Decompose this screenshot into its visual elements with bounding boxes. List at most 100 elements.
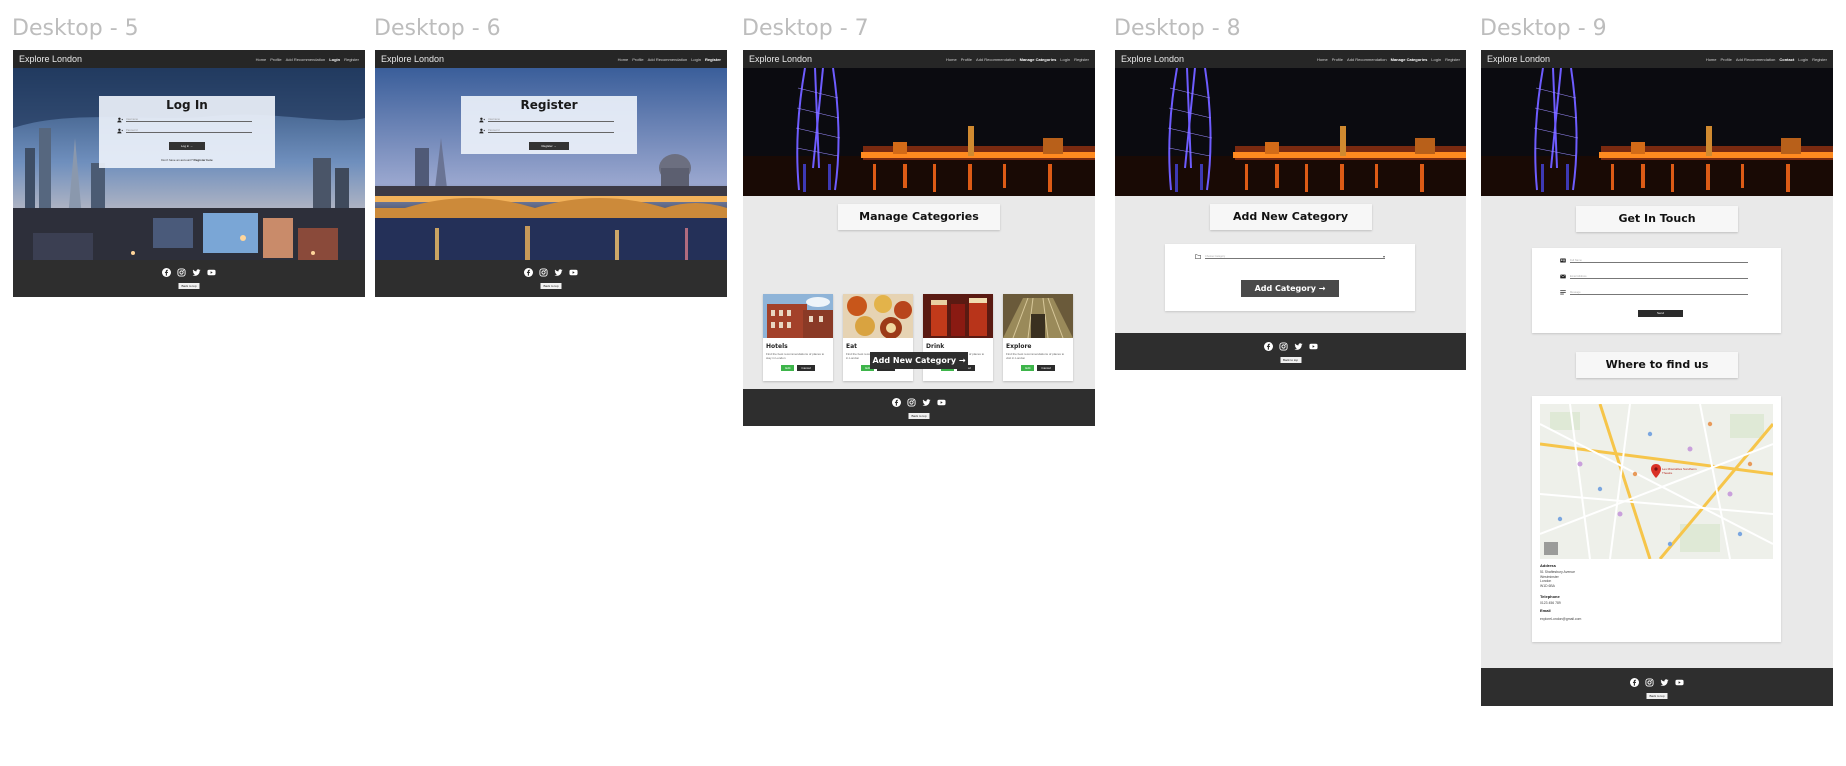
facebook-icon[interactable]	[1630, 678, 1639, 687]
brand-logo[interactable]: Explore London	[1121, 54, 1184, 64]
add-new-category-button[interactable]: Add New Category →	[870, 352, 968, 369]
category-select-placeholder: Choose Category	[1205, 254, 1226, 258]
desktop-5-frame: Explore London Home Profile Add Recommen…	[13, 50, 365, 297]
navbar: Explore London Home Profile Add Recommen…	[375, 50, 727, 68]
nav-register[interactable]: Register	[1445, 57, 1460, 62]
instagram-icon[interactable]	[1279, 342, 1288, 351]
twitter-icon[interactable]	[922, 398, 931, 407]
nav-register[interactable]: Register	[1812, 57, 1827, 62]
nav-login[interactable]: Login	[1798, 57, 1808, 62]
nav-add-recommendation[interactable]: Add Recommendation	[976, 57, 1016, 62]
nav-profile[interactable]: Profile	[632, 57, 643, 62]
desktop-9-frame: Explore London Home Profile Add Recommen…	[1481, 50, 1833, 706]
facebook-icon[interactable]	[1264, 342, 1273, 351]
nav-home[interactable]: Home	[1317, 57, 1328, 62]
back-to-top-button[interactable]: Back to top	[178, 283, 200, 289]
nav-home[interactable]: Home	[1706, 57, 1717, 62]
youtube-icon[interactable]	[1675, 678, 1684, 687]
instagram-icon[interactable]	[539, 268, 548, 277]
instagram-icon[interactable]	[907, 398, 916, 407]
nav-profile[interactable]: Profile	[1332, 57, 1343, 62]
category-card: Explore Find the best recommendations of…	[1003, 294, 1073, 381]
twitter-icon[interactable]	[1294, 342, 1303, 351]
login-button[interactable]: Log in →	[168, 142, 205, 150]
brand-logo[interactable]: Explore London	[19, 54, 82, 64]
send-button[interactable]: Send	[1638, 310, 1683, 317]
cancel-button[interactable]: Cancel	[1037, 365, 1055, 371]
nav-register[interactable]: Register	[344, 57, 359, 62]
add-category-button[interactable]: Add Category →	[1241, 280, 1339, 297]
user-icon	[479, 117, 485, 123]
register-title: Register	[520, 98, 578, 112]
nav-profile[interactable]: Profile	[1720, 57, 1731, 62]
nav-manage-categories[interactable]: Manage Categories	[1020, 57, 1057, 62]
instagram-icon[interactable]	[1645, 678, 1654, 687]
brand-logo[interactable]: Explore London	[381, 54, 444, 64]
email-input[interactable]: Email Address	[1570, 275, 1748, 279]
back-to-top-button[interactable]: Back to top	[1646, 693, 1668, 699]
nav-login[interactable]: Login	[1431, 57, 1441, 62]
nav-register[interactable]: Register	[1074, 57, 1089, 62]
brand-logo[interactable]: Explore London	[1487, 54, 1550, 64]
nav-register[interactable]: Register	[705, 57, 721, 62]
email-label: Email	[1540, 608, 1551, 613]
youtube-icon[interactable]	[1309, 342, 1318, 351]
youtube-icon[interactable]	[207, 268, 216, 277]
category-select[interactable]: Choose Category ▾	[1205, 254, 1385, 259]
london-eye-hero	[1115, 68, 1466, 196]
nav-home[interactable]: Home	[256, 57, 267, 62]
youtube-icon[interactable]	[569, 268, 578, 277]
footer: Back to top	[375, 260, 727, 297]
email-icon	[1560, 274, 1566, 279]
twitter-icon[interactable]	[1660, 678, 1669, 687]
nav-login[interactable]: Login	[329, 57, 340, 62]
nav-login[interactable]: Login	[1060, 57, 1070, 62]
full-name-row: Full Name	[1560, 258, 1748, 263]
nav-login[interactable]: Login	[691, 57, 701, 62]
back-to-top-button[interactable]: Back to top	[1279, 357, 1302, 363]
register-here-link[interactable]: Register here	[194, 158, 213, 162]
edit-button[interactable]: Edit	[781, 365, 795, 371]
email-text[interactable]: exploreLondon@gmail.com	[1540, 617, 1581, 622]
contact-form: Full Name Email Address Message Send	[1532, 248, 1781, 333]
nav-manage-categories[interactable]: Manage Categories	[1391, 57, 1428, 62]
footer: Back to top	[1481, 668, 1833, 706]
password-input[interactable]: Password	[126, 129, 252, 133]
twitter-icon[interactable]	[554, 268, 563, 277]
nav-profile[interactable]: Profile	[961, 57, 972, 62]
username-input[interactable]: Username	[488, 118, 614, 122]
message-input[interactable]: Message	[1570, 291, 1748, 295]
edit-button[interactable]: Edit	[1021, 365, 1035, 371]
register-button[interactable]: Register →	[529, 142, 569, 150]
facebook-icon[interactable]	[524, 268, 533, 277]
address-text: 51 Shaftesbury Avenue Westminster London…	[1540, 570, 1576, 588]
nav-add-recommendation[interactable]: Add Recommendation	[1347, 57, 1387, 62]
nav-add-recommendation[interactable]: Add Recommendation	[1736, 57, 1776, 62]
location-map[interactable]: Les Misérables Sondheim Theatre	[1540, 404, 1773, 559]
navbar: Explore London Home Profile Add Recommen…	[743, 50, 1095, 68]
nav-home[interactable]: Home	[946, 57, 957, 62]
instagram-icon[interactable]	[177, 268, 186, 277]
full-name-input[interactable]: Full Name	[1570, 259, 1748, 263]
add-category-form: Choose Category ▾ Add Category →	[1165, 244, 1415, 311]
username-row: Username	[117, 117, 275, 123]
facebook-icon[interactable]	[892, 398, 901, 407]
page-heading: Manage Categories	[838, 204, 1000, 230]
back-to-top-button[interactable]: Back to top	[908, 413, 930, 419]
facebook-icon[interactable]	[162, 268, 171, 277]
nav-add-recommendation[interactable]: Add Recommendation	[648, 57, 688, 62]
social-links	[1630, 678, 1684, 687]
nav-home[interactable]: Home	[618, 57, 629, 62]
twitter-icon[interactable]	[192, 268, 201, 277]
password-input[interactable]: Password	[488, 129, 614, 133]
nav-contact[interactable]: Contact	[1779, 57, 1794, 62]
brand-logo[interactable]: Explore London	[749, 54, 812, 64]
nav-profile[interactable]: Profile	[270, 57, 281, 62]
youtube-icon[interactable]	[937, 398, 946, 407]
map-pin-label: Les Misérables Sondheim Theatre	[1662, 467, 1697, 475]
nav-add-recommendation[interactable]: Add Recommendation	[286, 57, 326, 62]
username-input[interactable]: Username	[126, 118, 252, 122]
cancel-button[interactable]: Cancel	[797, 365, 815, 371]
footer: Back to top	[13, 260, 365, 297]
back-to-top-button[interactable]: Back to top	[540, 283, 562, 289]
